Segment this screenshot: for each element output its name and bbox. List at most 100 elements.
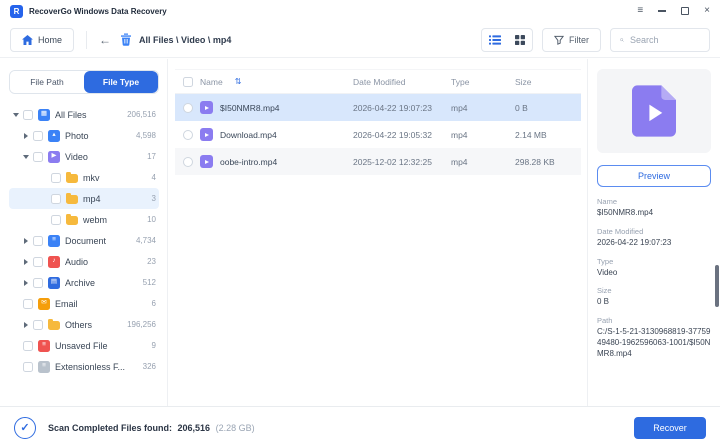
tree-checkbox[interactable] bbox=[33, 277, 43, 288]
tree-checkbox[interactable] bbox=[23, 361, 33, 372]
file-type: mp4 bbox=[451, 102, 468, 113]
tree-item[interactable]: ▶ Video 17 bbox=[9, 146, 159, 167]
tree-item[interactable]: ♪ Audio 23 bbox=[9, 251, 159, 272]
tree-item[interactable]: ≡ Unsaved File 9 bbox=[9, 335, 159, 356]
tree-item[interactable]: ▦ All Files 206,516 bbox=[9, 104, 159, 125]
tree-checkbox[interactable] bbox=[51, 214, 61, 225]
tree-checkbox[interactable] bbox=[23, 298, 33, 309]
file-type: mp4 bbox=[451, 156, 468, 167]
sort-icon[interactable]: ⇅ bbox=[235, 77, 242, 86]
row-checkbox[interactable] bbox=[183, 129, 193, 140]
column-name-label[interactable]: Name bbox=[200, 77, 223, 87]
recover-button[interactable]: Recover bbox=[634, 416, 706, 439]
tree-item[interactable]: ≡ Document 4,734 bbox=[9, 230, 159, 251]
search-icon bbox=[620, 37, 624, 42]
video-file-icon bbox=[200, 128, 213, 141]
tree-item-count: 4,598 bbox=[135, 131, 156, 140]
list-view-button[interactable] bbox=[482, 29, 507, 51]
tree-checkbox[interactable] bbox=[33, 151, 43, 162]
tree-item-label: mkv bbox=[83, 172, 100, 183]
column-type-label[interactable]: Type bbox=[451, 77, 515, 87]
preview-button[interactable]: Preview bbox=[597, 165, 711, 187]
tab-file-type[interactable]: File Type bbox=[84, 71, 158, 93]
tree-item-label: Archive bbox=[65, 277, 96, 288]
expand-arrow-icon[interactable] bbox=[11, 112, 21, 117]
tree-item[interactable]: ▴ Photo 4,598 bbox=[9, 125, 159, 146]
tree-item-label: Video bbox=[65, 151, 88, 162]
tree-item-label: Extensionless F... bbox=[55, 361, 126, 372]
file-type-icon: ▦ bbox=[38, 108, 50, 121]
tree-checkbox[interactable] bbox=[51, 193, 61, 204]
row-checkbox[interactable] bbox=[183, 102, 193, 113]
detail-field: Type Video bbox=[597, 257, 711, 279]
column-date-label[interactable]: Date Modified bbox=[353, 77, 451, 87]
expand-arrow-icon[interactable] bbox=[21, 154, 31, 159]
detail-field: Size 0 B bbox=[597, 286, 711, 308]
table-header: Name ⇅ Date Modified Type Size bbox=[175, 69, 581, 94]
file-table: Name ⇅ Date Modified Type Size $I50NMR8.… bbox=[168, 59, 588, 406]
table-row[interactable]: oobe-intro.mp4 2025-12-02 12:32:25 mp4 2… bbox=[175, 148, 581, 175]
filter-button[interactable]: Filter bbox=[542, 27, 601, 52]
tree-item-count: 206,516 bbox=[127, 110, 156, 119]
tree-item[interactable]: mkv 4 bbox=[9, 167, 159, 188]
tree-item[interactable]: ≡ Extensionless F... 326 bbox=[9, 356, 159, 377]
back-arrow-icon[interactable]: ← bbox=[99, 33, 111, 47]
tab-file-path[interactable]: File Path bbox=[10, 71, 84, 93]
tree-item-count: 326 bbox=[142, 362, 156, 371]
file-type-icon: ✉ bbox=[38, 297, 50, 310]
tree-checkbox[interactable] bbox=[23, 340, 33, 351]
file-date: 2025-12-02 12:32:25 bbox=[353, 156, 432, 167]
expand-arrow-icon[interactable] bbox=[21, 258, 31, 265]
close-icon[interactable]: × bbox=[704, 6, 710, 16]
menu-icon[interactable]: ≡ bbox=[637, 6, 643, 16]
tree-item-count: 196,256 bbox=[127, 320, 156, 329]
grid-view-icon bbox=[514, 34, 525, 45]
tree-checkbox[interactable] bbox=[33, 319, 43, 330]
header-name-cell: Name ⇅ bbox=[175, 76, 353, 87]
tree-checkbox[interactable] bbox=[33, 235, 43, 246]
tree-item-count: 3 bbox=[151, 194, 156, 203]
file-size: 2.14 MB bbox=[515, 129, 547, 140]
table-row[interactable]: $I50NMR8.mp4 2026-04-22 19:07:23 mp4 0 B bbox=[175, 94, 581, 121]
breadcrumb: All Files \ Video \ mp4 bbox=[139, 34, 232, 45]
search-input[interactable] bbox=[630, 34, 700, 45]
file-type-icon bbox=[66, 213, 78, 225]
tree-checkbox[interactable] bbox=[33, 130, 43, 141]
expand-arrow-icon[interactable] bbox=[21, 279, 31, 286]
expand-arrow-icon[interactable] bbox=[21, 132, 31, 139]
view-toggle bbox=[481, 27, 533, 52]
expand-arrow-icon[interactable] bbox=[21, 321, 31, 328]
select-all-checkbox[interactable] bbox=[183, 76, 193, 87]
home-button[interactable]: Home bbox=[10, 27, 75, 52]
minimize-icon[interactable] bbox=[658, 10, 667, 12]
detail-value: C:/S-1-5-21-3130968819-3775949480-196259… bbox=[597, 327, 711, 358]
tree-item[interactable]: ✉ Email 6 bbox=[9, 293, 159, 314]
expand-arrow-icon[interactable] bbox=[21, 237, 31, 244]
detail-label: Type bbox=[597, 256, 614, 266]
tree-item[interactable]: Others 196,256 bbox=[9, 314, 159, 335]
tree-item-count: 17 bbox=[147, 152, 156, 161]
total-size: (2.28 GB) bbox=[215, 422, 255, 433]
search-box[interactable] bbox=[610, 27, 710, 52]
scrollbar-thumb[interactable] bbox=[715, 265, 719, 307]
tree-item-label: Document bbox=[65, 235, 107, 246]
tree-item-label: Audio bbox=[65, 256, 89, 267]
video-file-icon bbox=[200, 155, 213, 168]
tree-checkbox[interactable] bbox=[23, 109, 33, 120]
tree-checkbox[interactable] bbox=[33, 256, 43, 267]
tree-item[interactable]: ▤ Archive 512 bbox=[9, 272, 159, 293]
maximize-icon[interactable] bbox=[681, 7, 690, 15]
file-type-icon: ≡ bbox=[38, 339, 50, 352]
tree-item[interactable]: mp4 3 bbox=[9, 188, 159, 209]
tree-item[interactable]: webm 10 bbox=[9, 209, 159, 230]
tree-item-count: 6 bbox=[151, 299, 156, 308]
row-checkbox[interactable] bbox=[183, 156, 193, 167]
file-type-icon: ▴ bbox=[48, 129, 60, 142]
grid-view-button[interactable] bbox=[507, 29, 532, 51]
nav-right-group: Filter bbox=[481, 27, 710, 52]
column-size-label[interactable]: Size bbox=[515, 77, 581, 87]
table-row[interactable]: Download.mp4 2026-04-22 19:05:32 mp4 2.1… bbox=[175, 121, 581, 148]
tree-item-label: Photo bbox=[65, 130, 89, 141]
tree-checkbox[interactable] bbox=[51, 172, 61, 183]
detail-label: Path bbox=[597, 316, 613, 326]
